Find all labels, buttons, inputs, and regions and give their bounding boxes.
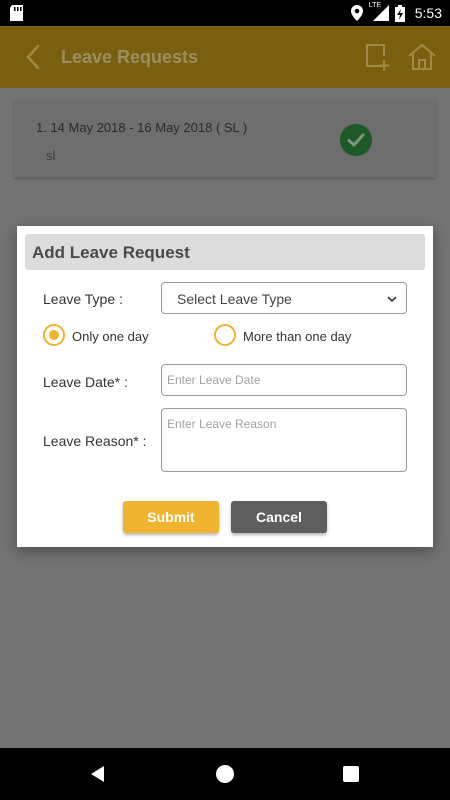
radio-only-one-day-label: Only one day	[72, 329, 149, 344]
nav-home-icon[interactable]	[216, 765, 234, 783]
clock: 5:53	[414, 5, 442, 21]
leave-type-label: Leave Type :	[43, 291, 123, 307]
dialog-title: Add Leave Request	[32, 243, 190, 262]
cancel-button[interactable]: Cancel	[231, 501, 327, 533]
leave-dates: 1. 14 May 2018 - 16 May 2018 ( SL )	[36, 120, 248, 135]
leave-type-value: Select Leave Type	[177, 291, 292, 307]
leave-date-label: Leave Date* :	[43, 374, 128, 390]
signal-icon	[372, 5, 389, 21]
chevron-down-icon	[387, 296, 397, 303]
leave-reason-field[interactable]: Enter Leave Reason	[161, 408, 407, 472]
battery-charging-icon	[394, 4, 405, 22]
nav-back-icon[interactable]	[90, 766, 106, 782]
leave-type-select[interactable]: Select Leave Type	[161, 282, 407, 314]
page-title: Leave Requests	[61, 47, 199, 67]
list-item[interactable]: 1. 14 May 2018 - 16 May 2018 ( SL ) sl	[14, 100, 436, 178]
home-icon[interactable]	[406, 42, 438, 72]
location-icon	[350, 5, 363, 21]
leave-reason: sl	[46, 148, 56, 163]
system-nav-bar	[0, 748, 450, 800]
status-bar: LTE 5:53	[0, 0, 450, 26]
check-circle-icon	[340, 124, 372, 156]
radio-more-than-one-day-label: More than one day	[243, 329, 352, 344]
leave-reason-placeholder: Enter Leave Reason	[167, 417, 277, 431]
sd-card-icon	[10, 5, 23, 21]
leave-date-placeholder: Enter Leave Date	[167, 373, 261, 387]
dialog-header: Add Leave Request	[25, 234, 425, 270]
back-arrow-icon[interactable]	[18, 40, 50, 74]
submit-button[interactable]: Submit	[123, 501, 219, 533]
leave-date-field[interactable]: Enter Leave Date	[161, 364, 407, 396]
nav-recents-icon[interactable]	[343, 766, 359, 782]
radio-more-than-one-day[interactable]	[214, 324, 236, 346]
add-leave-dialog: Add Leave Request Leave Type : Select Le…	[17, 226, 433, 547]
leave-reason-label: Leave Reason* :	[43, 433, 147, 449]
radio-only-one-day[interactable]	[43, 324, 65, 346]
app-bar: Leave Requests	[0, 26, 450, 88]
add-note-icon[interactable]	[364, 42, 392, 72]
